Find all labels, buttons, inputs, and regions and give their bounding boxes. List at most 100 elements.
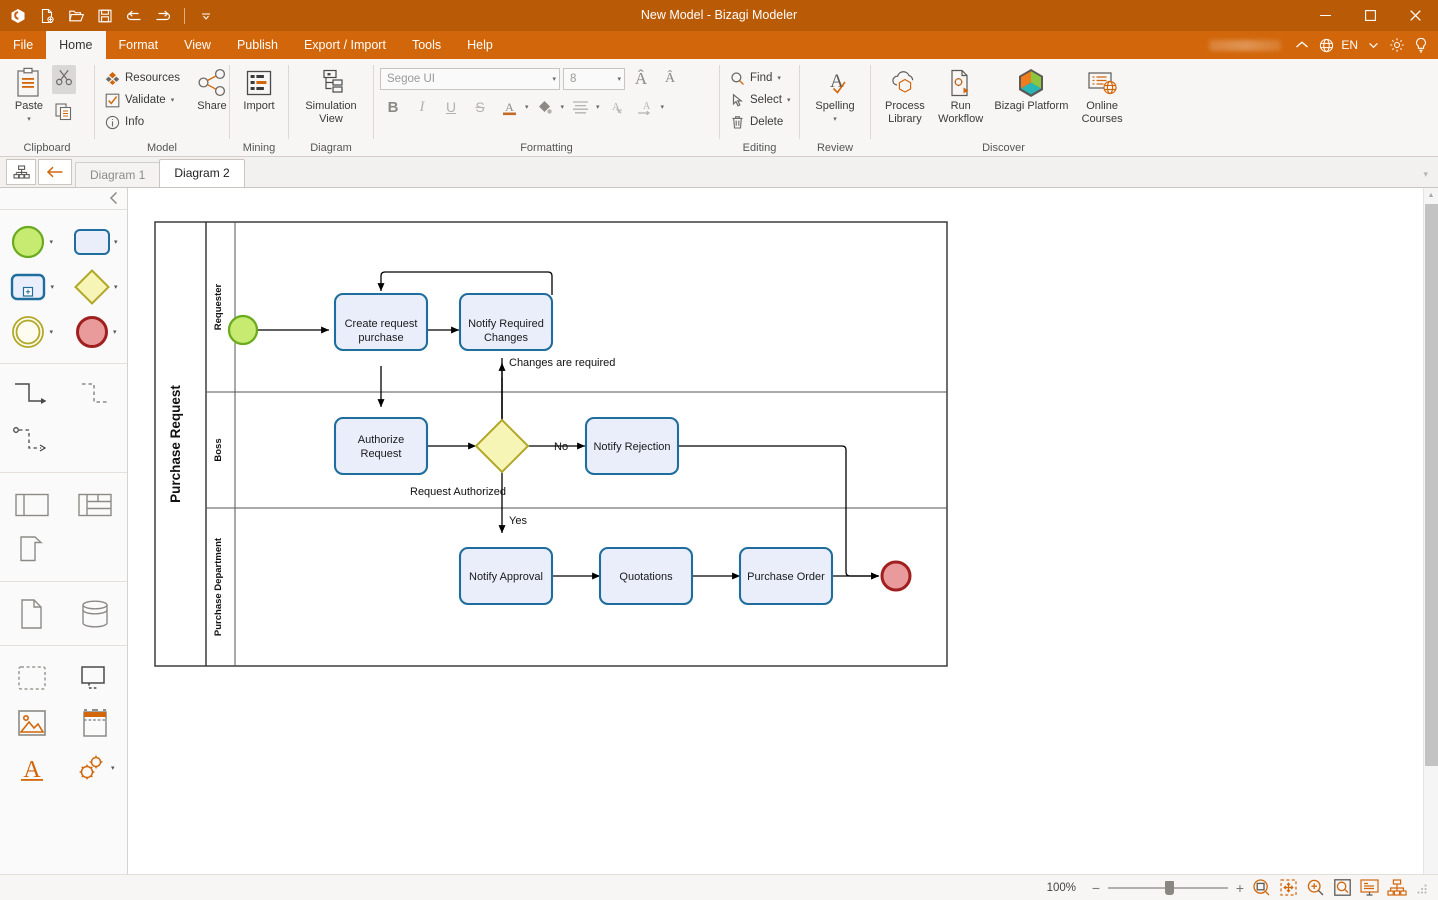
- italic-button[interactable]: I: [409, 95, 435, 119]
- fit-width-icon[interactable]: [1275, 875, 1302, 900]
- subprocess-caret-icon[interactable]: ▾: [50, 283, 54, 291]
- data-object-shape[interactable]: [0, 598, 64, 630]
- cut-button[interactable]: [52, 65, 76, 94]
- annotation-shape[interactable]: [64, 665, 128, 691]
- gear-icon[interactable]: [1386, 33, 1408, 57]
- start-event-caret-icon[interactable]: ▾: [49, 238, 53, 246]
- select-button[interactable]: Select ▾: [726, 89, 793, 111]
- group-shape[interactable]: [0, 665, 64, 691]
- font-size-select[interactable]: 8 ▾: [563, 68, 625, 90]
- tab-diagram-1[interactable]: Diagram 1: [75, 162, 161, 187]
- language-label[interactable]: EN: [1341, 38, 1358, 52]
- header-shape[interactable]: [64, 708, 128, 738]
- end-event-shape[interactable]: ▾: [64, 314, 128, 350]
- menu-tab-tools[interactable]: Tools: [399, 31, 454, 59]
- back-arrow-icon[interactable]: [38, 159, 72, 185]
- maximize-button[interactable]: [1348, 0, 1393, 31]
- resources-button[interactable]: Resources: [101, 67, 183, 89]
- tab-diagram-2[interactable]: Diagram 2: [159, 159, 245, 187]
- validate-caret-icon[interactable]: ▾: [171, 96, 175, 104]
- text-direction-button[interactable]: A: [632, 95, 658, 119]
- menu-tab-export-import[interactable]: Export / Import: [291, 31, 399, 59]
- import-button[interactable]: Import: [236, 63, 282, 116]
- association-connector[interactable]: [0, 424, 64, 458]
- collapse-ribbon-icon[interactable]: [1291, 33, 1313, 57]
- spelling-button[interactable]: A Spelling ▾: [810, 63, 859, 129]
- customize-qat-caret-icon[interactable]: [192, 2, 220, 30]
- font-family-select[interactable]: Segoe UI ▾: [380, 68, 560, 90]
- zoom-in-glass-icon[interactable]: [1302, 875, 1329, 900]
- undo-icon[interactable]: [120, 2, 148, 30]
- shrink-font-icon[interactable]: Â: [657, 67, 683, 91]
- validate-button[interactable]: Validate ▾: [101, 89, 183, 111]
- start-event[interactable]: [227, 314, 259, 346]
- zoom-out-button[interactable]: −: [1088, 880, 1104, 896]
- share-button[interactable]: Share: [189, 63, 235, 116]
- diagram-overview-icon[interactable]: [1383, 875, 1410, 900]
- align-button[interactable]: [567, 95, 593, 119]
- find-button[interactable]: Find ▾: [726, 67, 793, 89]
- delete-button[interactable]: Delete: [726, 111, 793, 133]
- copy-button[interactable]: [52, 100, 76, 129]
- scrollbar-thumb[interactable]: [1425, 204, 1438, 766]
- text-shape[interactable]: A: [0, 753, 64, 783]
- tab-overflow-caret-icon[interactable]: ▾: [1423, 169, 1428, 180]
- bpmn-diagram[interactable]: Purchase Request Requester Boss Purchase…: [128, 188, 1423, 874]
- presentation-view-icon[interactable]: [1356, 875, 1383, 900]
- chevron-left-icon[interactable]: [109, 191, 119, 208]
- pool-shape[interactable]: [0, 492, 64, 518]
- spelling-caret-icon[interactable]: ▾: [833, 113, 837, 126]
- bizagi-logo-icon[interactable]: [4, 2, 32, 30]
- menu-tab-file[interactable]: File: [0, 31, 46, 59]
- task-authorize-request[interactable]: [333, 416, 429, 476]
- menu-tab-home[interactable]: Home: [46, 31, 106, 59]
- grow-font-icon[interactable]: Â: [628, 67, 654, 91]
- menu-tab-help[interactable]: Help: [454, 31, 506, 59]
- menu-tab-publish[interactable]: Publish: [224, 31, 291, 59]
- gateway-shape[interactable]: ▾: [64, 268, 128, 306]
- intermediate-event-shape[interactable]: ▾: [0, 314, 64, 350]
- task-shape[interactable]: ▾: [64, 227, 128, 257]
- align-caret-icon[interactable]: ▾: [596, 103, 600, 111]
- font-color-button[interactable]: A: [496, 95, 522, 119]
- menu-tab-format[interactable]: Format: [106, 31, 172, 59]
- paste-button[interactable]: Paste ▾: [6, 63, 52, 129]
- custom-shapes-caret-icon[interactable]: ▾: [111, 764, 115, 772]
- start-event-shape[interactable]: ▾: [0, 224, 64, 260]
- chevron-down-icon[interactable]: [1362, 33, 1384, 57]
- zoom-selection-icon[interactable]: [1329, 875, 1356, 900]
- message-flow-connector[interactable]: [64, 379, 128, 413]
- fill-color-caret-icon[interactable]: ▾: [561, 103, 565, 111]
- minimize-button[interactable]: [1303, 0, 1348, 31]
- end-event[interactable]: [880, 560, 912, 592]
- font-color-caret-icon[interactable]: ▾: [525, 103, 529, 111]
- milestone-shape[interactable]: [0, 535, 64, 565]
- zoom-slider-thumb[interactable]: [1165, 880, 1174, 895]
- lightbulb-icon[interactable]: [1410, 33, 1432, 57]
- clear-format-button[interactable]: A: [603, 95, 629, 119]
- menu-tab-view[interactable]: View: [171, 31, 224, 59]
- diagram-list-icon[interactable]: [6, 159, 36, 185]
- custom-shapes-icon[interactable]: ▾: [64, 753, 128, 783]
- globe-icon[interactable]: [1315, 33, 1337, 57]
- font-family-caret-icon[interactable]: ▾: [552, 75, 556, 83]
- end-event-caret-icon[interactable]: ▾: [113, 328, 117, 336]
- run-workflow-button[interactable]: Run Workflow: [933, 63, 989, 129]
- fit-page-icon[interactable]: [1248, 875, 1275, 900]
- gateway-caret-icon[interactable]: ▾: [114, 283, 118, 291]
- intermediate-event-caret-icon[interactable]: ▾: [49, 328, 53, 336]
- find-caret-icon[interactable]: ▾: [777, 74, 781, 82]
- open-folder-icon[interactable]: [62, 2, 90, 30]
- info-button[interactable]: Info: [101, 111, 183, 133]
- save-icon[interactable]: [91, 2, 119, 30]
- fill-color-button[interactable]: [532, 95, 558, 119]
- select-caret-icon[interactable]: ▾: [787, 96, 791, 104]
- sequence-flow-connector[interactable]: [0, 379, 64, 413]
- canvas-vertical-scrollbar[interactable]: ▲: [1423, 188, 1438, 874]
- close-button[interactable]: [1393, 0, 1438, 31]
- zoom-in-button[interactable]: +: [1232, 880, 1248, 896]
- data-store-shape[interactable]: [64, 599, 128, 629]
- process-library-button[interactable]: Process Library: [877, 63, 933, 129]
- subprocess-shape[interactable]: ▾: [0, 272, 64, 302]
- bizagi-platform-button[interactable]: Bizagi Platform: [989, 63, 1075, 116]
